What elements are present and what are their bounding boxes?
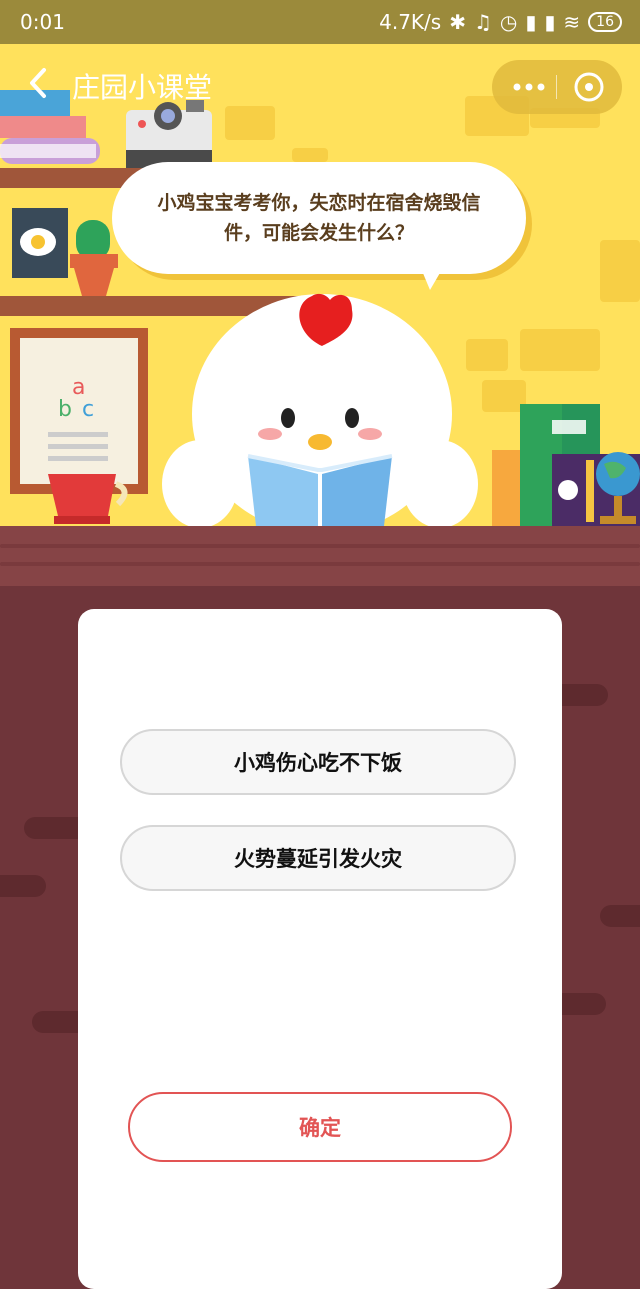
chick-beak-icon — [308, 434, 332, 450]
wood-grain — [0, 562, 640, 566]
more-options-icon[interactable] — [506, 60, 552, 114]
status-icons: 4.7K/s ✱ ♫ ◷ ▮ ▮ ≋ 16 — [379, 10, 622, 34]
bluetooth-icon: ✱ — [449, 10, 466, 34]
book-icon — [0, 116, 86, 138]
option-1-button[interactable]: 小鸡伤心吃不下饭 — [120, 729, 516, 795]
question-bubble: 小鸡宝宝考考你，失恋时在宿舍烧毁信件，可能会发生什么？ — [112, 162, 526, 274]
back-arrow-icon[interactable] — [24, 66, 54, 100]
battery-icon: 16 — [588, 12, 622, 32]
mini-program-capsule — [492, 60, 622, 114]
question-text: 小鸡宝宝考考你，失恋时在宿舍烧毁信件，可能会发生什么？ — [157, 192, 481, 244]
mug-icon — [48, 474, 116, 516]
option-2-button[interactable]: 火势蔓延引发火灾 — [120, 825, 516, 891]
wood-plank — [600, 905, 640, 927]
status-time: 0:01 — [20, 10, 65, 34]
mute-icon: ♫ — [473, 10, 492, 34]
chick-eye — [345, 408, 359, 428]
scene-decor-svg: a b c — [0, 90, 640, 526]
wood-band — [0, 526, 640, 586]
alarm-icon: ◷ — [499, 10, 518, 34]
board-letter-c: c — [82, 397, 94, 422]
network-speed: 4.7K/s — [379, 10, 442, 34]
bubble-tail — [420, 266, 444, 290]
capsule-divider — [556, 75, 557, 99]
board-letter-b: b — [58, 397, 72, 422]
close-mini-program-icon[interactable] — [572, 70, 606, 104]
signal-icon: ▮ — [525, 10, 537, 34]
scene-illustration: a b c 庄园小课堂 小鸡宝宝考考你，失恋时在宿舍烧毁信件，可能会发生什么？ — [0, 44, 640, 526]
wood-plank — [0, 875, 46, 897]
wifi-icon: ≋ — [563, 10, 581, 34]
signal-icon-2: ▮ — [544, 10, 556, 34]
answer-card: 小鸡伤心吃不下饭 火势蔓延引发火灾 确定 — [78, 609, 562, 1289]
status-bar: 0:01 4.7K/s ✱ ♫ ◷ ▮ ▮ ≋ 16 — [0, 0, 640, 44]
wood-grain — [0, 544, 640, 548]
confirm-button[interactable]: 确定 — [128, 1092, 512, 1162]
page-title: 庄园小课堂 — [72, 71, 213, 104]
chick-eye — [281, 408, 295, 428]
